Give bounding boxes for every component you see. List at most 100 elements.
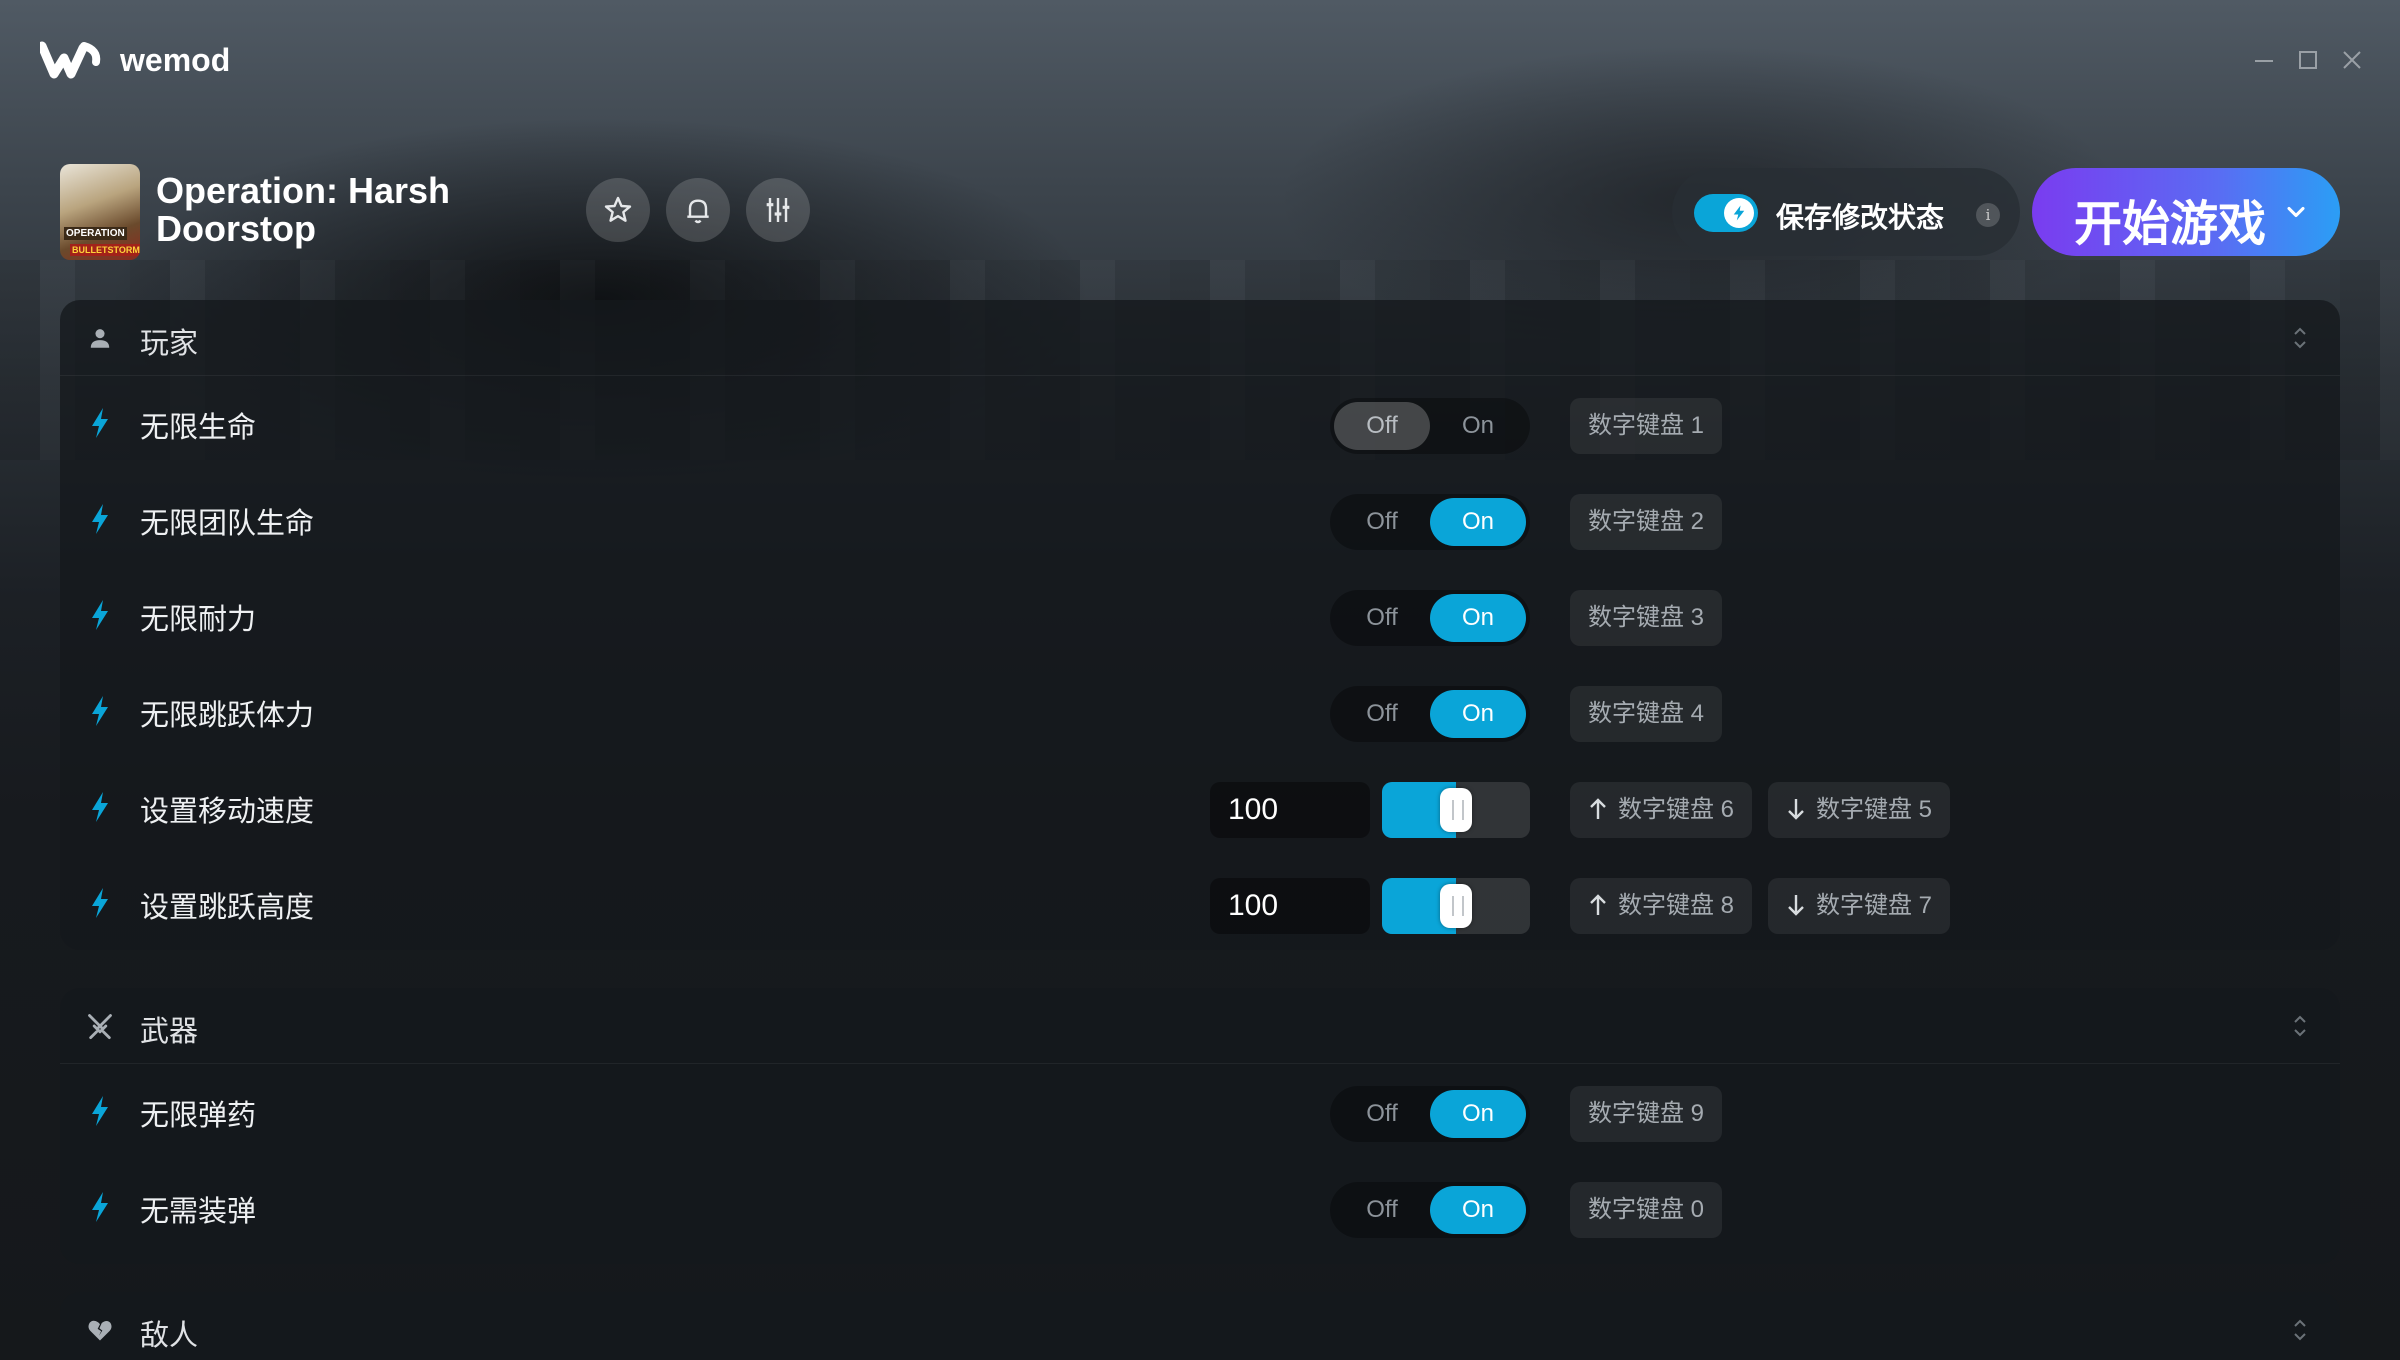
lightning-icon bbox=[1733, 205, 1745, 221]
lightning-icon bbox=[92, 504, 108, 534]
minimize-button[interactable] bbox=[2248, 44, 2280, 76]
save-mods-label: 保存修改状态 bbox=[1776, 202, 1945, 233]
collapse-icon[interactable] bbox=[2288, 1012, 2312, 1040]
play-button-label: 开始游戏 bbox=[2074, 198, 2267, 251]
toggle-on-option[interactable]: On bbox=[1430, 1090, 1526, 1138]
cheat-label: 无限弹药 bbox=[140, 1100, 257, 1132]
hotkey-button[interactable]: 数字键盘 9 bbox=[1570, 1086, 1723, 1142]
close-icon bbox=[2343, 51, 2361, 69]
off-on-toggle[interactable]: Off On bbox=[1330, 494, 1530, 550]
hotkey-decrease-button[interactable]: 数字键盘 5 bbox=[1768, 782, 1951, 838]
toggle-off-option[interactable]: Off bbox=[1334, 594, 1430, 642]
slider-thumb[interactable] bbox=[1440, 884, 1472, 928]
bell-icon bbox=[687, 199, 709, 224]
lightning-icon bbox=[92, 408, 108, 438]
section-title: 武器 bbox=[140, 1016, 199, 1048]
toggle-on-option[interactable]: On bbox=[1430, 498, 1526, 546]
favorite-button[interactable] bbox=[586, 178, 650, 242]
notifications-button[interactable] bbox=[666, 178, 730, 242]
cheat-label: 无需装弹 bbox=[140, 1196, 257, 1228]
value-input[interactable]: 100 bbox=[1210, 782, 1370, 838]
collapse-icon[interactable] bbox=[2288, 324, 2312, 352]
hotkey-label: 数字键盘 8 bbox=[1618, 892, 1735, 919]
lightning-icon bbox=[92, 792, 108, 822]
app-name: wemod bbox=[120, 42, 231, 78]
hotkey-button[interactable]: 数字键盘 4 bbox=[1570, 686, 1723, 742]
cover-subtitle-text: BULLETSTORM bbox=[70, 244, 140, 256]
chevron-down-icon[interactable] bbox=[2282, 198, 2310, 226]
minimize-icon bbox=[2255, 60, 2273, 62]
hotkey-label: 数字键盘 6 bbox=[1618, 796, 1735, 823]
info-icon[interactable]: i bbox=[1976, 203, 2000, 227]
section-player: 玩家 无限生命 Off On 数字键盘 1 无限团队生命 Off On 数字键盘… bbox=[60, 300, 2340, 950]
wemod-logo-icon bbox=[40, 41, 101, 79]
arrow-down-icon bbox=[1788, 798, 1804, 820]
toggle-off-option[interactable]: Off bbox=[1334, 402, 1430, 450]
value-slider[interactable] bbox=[1382, 878, 1530, 934]
toggle-off-option[interactable]: Off bbox=[1334, 1186, 1430, 1234]
hotkey-increase-button[interactable]: 数字键盘 8 bbox=[1570, 878, 1753, 934]
close-button[interactable] bbox=[2336, 44, 2368, 76]
cheat-row: 无限弹药 Off On 数字键盘 9 bbox=[60, 1064, 2340, 1160]
value-slider[interactable] bbox=[1382, 782, 1530, 838]
lightning-icon bbox=[92, 696, 108, 726]
mod-settings-button[interactable] bbox=[746, 178, 810, 242]
person-icon bbox=[84, 322, 116, 354]
section-enemies: 敌人 bbox=[60, 1292, 2340, 1360]
toggle-off-option[interactable]: Off bbox=[1334, 1090, 1430, 1138]
cheat-label: 设置跳跃高度 bbox=[140, 892, 315, 924]
cheat-row: 无限团队生命 Off On 数字键盘 2 bbox=[60, 472, 2340, 568]
section-header[interactable]: 武器 bbox=[60, 988, 2340, 1064]
off-on-toggle[interactable]: Off On bbox=[1330, 398, 1530, 454]
cheat-row: 无需装弹 Off On 数字键盘 0 bbox=[60, 1160, 2340, 1256]
section-title: 玩家 bbox=[140, 328, 199, 360]
star-icon bbox=[604, 196, 632, 222]
hotkey-label: 数字键盘 5 bbox=[1816, 796, 1933, 823]
off-on-toggle[interactable]: Off On bbox=[1330, 686, 1530, 742]
hotkey-button[interactable]: 数字键盘 3 bbox=[1570, 590, 1723, 646]
maximize-button[interactable] bbox=[2292, 44, 2324, 76]
hotkey-increase-button[interactable]: 数字键盘 6 bbox=[1570, 782, 1753, 838]
cheat-row: 无限跳跃体力 Off On 数字键盘 4 bbox=[60, 664, 2340, 760]
toggle-off-option[interactable]: Off bbox=[1334, 690, 1430, 738]
hotkey-label: 数字键盘 7 bbox=[1816, 892, 1933, 919]
toggle-off-option[interactable]: Off bbox=[1334, 498, 1430, 546]
toggle-knob bbox=[1724, 198, 1754, 228]
cheat-label: 无限耐力 bbox=[140, 604, 257, 636]
broken-heart-icon bbox=[84, 1314, 116, 1346]
expand-icon[interactable] bbox=[2288, 1316, 2312, 1344]
toggle-on-option[interactable]: On bbox=[1430, 402, 1526, 450]
section-header[interactable]: 敌人 bbox=[60, 1292, 2340, 1360]
section-weapons: 武器 无限弹药 Off On 数字键盘 9 无需装弹 Off On 数字键盘 0 bbox=[60, 988, 2340, 1264]
lightning-icon bbox=[92, 600, 108, 630]
cheat-row: 设置跳跃高度 100 数字键盘 8 数字键盘 7 bbox=[60, 856, 2340, 952]
off-on-toggle[interactable]: Off On bbox=[1330, 1086, 1530, 1142]
toggle-on-option[interactable]: On bbox=[1430, 1186, 1526, 1234]
hotkey-button[interactable]: 数字键盘 0 bbox=[1570, 1182, 1723, 1238]
game-header: OPERATION BULLETSTORM Operation: Harsh D… bbox=[60, 164, 2340, 264]
toggle-on-option[interactable]: On bbox=[1430, 690, 1526, 738]
toggle-on-option[interactable]: On bbox=[1430, 594, 1526, 642]
lightning-icon bbox=[92, 1096, 108, 1126]
slider-thumb[interactable] bbox=[1440, 788, 1472, 832]
game-title: Operation: Harsh Doorstop bbox=[156, 170, 451, 249]
arrow-up-icon bbox=[1590, 797, 1606, 819]
lightning-icon bbox=[92, 1192, 108, 1222]
hotkey-decrease-button[interactable]: 数字键盘 7 bbox=[1768, 878, 1951, 934]
value-input[interactable]: 100 bbox=[1210, 878, 1370, 934]
arrow-up-icon bbox=[1590, 893, 1606, 915]
hotkey-button[interactable]: 数字键盘 1 bbox=[1570, 398, 1723, 454]
off-on-toggle[interactable]: Off On bbox=[1330, 590, 1530, 646]
section-header[interactable]: 玩家 bbox=[60, 300, 2340, 376]
arrow-down-icon bbox=[1788, 894, 1804, 916]
section-title: 敌人 bbox=[140, 1320, 199, 1352]
cheat-label: 设置移动速度 bbox=[140, 796, 315, 828]
hotkey-button[interactable]: 数字键盘 2 bbox=[1570, 494, 1723, 550]
save-mods-control[interactable]: 保存修改状态 i bbox=[1672, 168, 2020, 256]
crossed-swords-icon bbox=[84, 1010, 116, 1042]
save-mods-toggle[interactable] bbox=[1694, 194, 1758, 232]
off-on-toggle[interactable]: Off On bbox=[1330, 1182, 1530, 1238]
cheat-row: 无限生命 Off On 数字键盘 1 bbox=[60, 376, 2340, 472]
play-button[interactable]: 开始游戏 bbox=[2032, 168, 2340, 256]
cheat-label: 无限跳跃体力 bbox=[140, 700, 315, 732]
